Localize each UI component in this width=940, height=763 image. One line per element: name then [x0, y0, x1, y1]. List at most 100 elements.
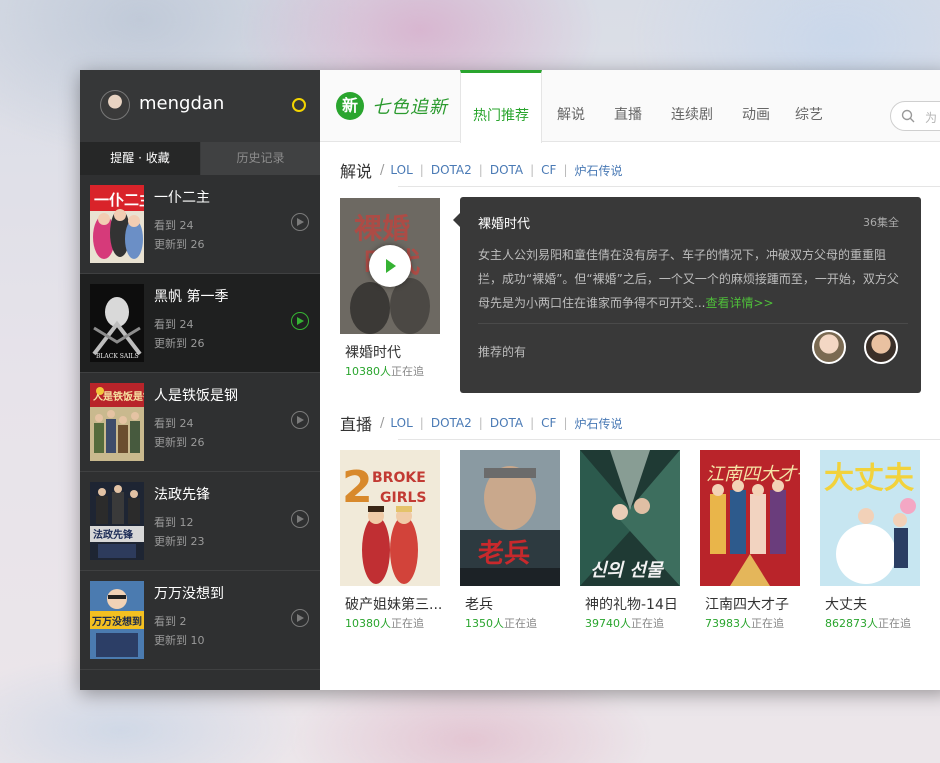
poster-thumbnail: 法政先锋: [90, 482, 144, 560]
svg-text:裸婚: 裸婚: [354, 212, 410, 245]
link-dota2[interactable]: DOTA2: [431, 416, 472, 430]
tab-commentary[interactable]: 解说: [557, 70, 585, 142]
search-placeholder: 为: [925, 111, 938, 125]
play-button[interactable]: [369, 245, 411, 287]
section-title: 直播: [340, 415, 373, 434]
svg-text:BLACK SAILS: BLACK SAILS: [96, 353, 139, 360]
popup-title: 裸婚时代: [478, 217, 531, 232]
link-dota[interactable]: DOTA: [490, 416, 523, 430]
item-title: 万万没想到: [154, 586, 224, 602]
tab-series[interactable]: 连续剧: [671, 70, 713, 142]
play-icon[interactable]: [291, 312, 309, 330]
poster-image: 신의 선물: [580, 450, 680, 586]
link-lol[interactable]: LOL: [390, 163, 412, 177]
card-title: 江南四大才子: [705, 597, 789, 613]
svg-text:老兵: 老兵: [478, 539, 530, 569]
link-hearthstone[interactable]: 炉石传说: [575, 162, 623, 179]
card-followers: 73983人正在追: [705, 617, 784, 630]
search-icon: [901, 109, 915, 123]
list-item[interactable]: 法政先锋 法政先锋 看到 12 更新到 23: [80, 472, 320, 571]
link-separator: |: [419, 163, 424, 177]
tab-variety[interactable]: 综艺: [795, 70, 823, 142]
cast-avatar[interactable]: [812, 330, 846, 364]
link-cf[interactable]: CF: [541, 416, 556, 430]
link-cf[interactable]: CF: [541, 163, 556, 177]
main-panel: 新 七色追新 热门推荐 解说 直播 连续剧 动画 综艺 为 解说 / LOL |…: [320, 70, 940, 690]
avatar[interactable]: [100, 90, 130, 120]
poster-thumbnail: BLACK SAILS: [90, 284, 144, 362]
tab-reminders-favorites[interactable]: 提醒 · 收藏: [80, 142, 200, 175]
poster-image: 大丈夫: [820, 450, 920, 586]
link-separator: |: [563, 416, 568, 430]
popup-arrow: [453, 213, 460, 227]
logo-text: 七色追新: [372, 97, 448, 118]
poster-image: 老兵: [460, 450, 560, 586]
play-icon[interactable]: [291, 510, 309, 528]
more-details-link[interactable]: 查看详情>>: [705, 296, 773, 310]
link-hearthstone[interactable]: 炉石传说: [575, 415, 623, 432]
card-title: 裸婚时代: [345, 345, 401, 361]
link-lol[interactable]: LOL: [390, 416, 412, 430]
card-followers: 39740人正在追: [585, 617, 664, 630]
item-seen: 看到 2: [154, 615, 187, 628]
card-followers: 862873人正在追: [825, 617, 911, 630]
poster-image: 裸婚 时代: [340, 198, 440, 334]
list-item[interactable]: 一仆二主 一仆二主 看到 24 更新到 26: [80, 175, 320, 274]
top-nav: 新 七色追新 热门推荐 解说 直播 连续剧 动画 综艺 为: [320, 70, 940, 143]
play-icon[interactable]: [291, 213, 309, 231]
item-updated: 更新到 10: [154, 634, 205, 647]
tab-live[interactable]: 直播: [614, 70, 642, 142]
svg-text:江南四大才子: 江南四大才子: [706, 464, 800, 485]
card-followers: 10380人正在追: [345, 365, 424, 378]
popup-description: 女主人公刘易阳和童佳倩在没有房子、车子的情况下，冲破双方父母的重重阻拦，成功“裸…: [478, 248, 899, 310]
link-dota[interactable]: DOTA: [490, 163, 523, 177]
poster-thumbnail: 人是铁饭是钢: [90, 383, 144, 461]
popup-recommended-label: 推荐的有: [478, 345, 527, 359]
section-divider: /: [380, 415, 385, 431]
card-title: 神的礼物-14日: [585, 597, 678, 613]
sidebar-tabs: 提醒 · 收藏 历史记录: [80, 142, 320, 175]
status-dot-icon[interactable]: [292, 98, 306, 112]
list-item[interactable]: BLACK SAILS 黑帆 第一季 看到 24 更新到 26: [80, 274, 320, 373]
logo-badge: 新: [336, 92, 364, 120]
card-title: 大丈夫: [825, 597, 867, 613]
play-icon[interactable]: [291, 411, 309, 429]
svg-text:2: 2: [342, 462, 373, 513]
poster-image: 江南四大才子: [700, 450, 800, 586]
section-divider-line: [398, 186, 940, 187]
link-separator: |: [419, 416, 424, 430]
username[interactable]: mengdan: [139, 93, 224, 114]
user-bar: mengdan: [80, 70, 320, 142]
svg-text:GIRLS: GIRLS: [380, 490, 426, 506]
list-item[interactable]: 万万没想到 万万没想到 看到 2 更新到 10: [80, 571, 320, 670]
tab-history[interactable]: 历史记录: [201, 142, 320, 175]
poster-thumbnail: 一仆二主: [90, 185, 144, 263]
item-updated: 更新到 23: [154, 535, 205, 548]
tab-hot-recommend[interactable]: 热门推荐: [460, 70, 542, 143]
sidebar: mengdan 提醒 · 收藏 历史记录 一仆二主: [80, 70, 320, 690]
cast-avatar[interactable]: [864, 330, 898, 364]
item-title: 人是铁饭是钢: [154, 388, 238, 404]
link-separator: |: [563, 163, 568, 177]
item-seen: 看到 24: [154, 219, 194, 232]
poster-image: 2 BROKE GIRLS: [340, 450, 440, 586]
popup-divider: [478, 323, 908, 324]
poster-thumbnail: 万万没想到: [90, 581, 144, 659]
play-icon[interactable]: [291, 609, 309, 627]
item-seen: 看到 24: [154, 417, 194, 430]
link-separator: |: [530, 163, 535, 177]
search-input[interactable]: 为: [890, 101, 940, 131]
item-title: 一仆二主: [154, 190, 210, 206]
link-separator: |: [478, 416, 483, 430]
card-followers: 10380人正在追: [345, 617, 424, 630]
tab-animation[interactable]: 动画: [742, 70, 770, 142]
svg-text:万万没想到: 万万没想到: [91, 615, 142, 628]
app-window: mengdan 提醒 · 收藏 历史记录 一仆二主: [80, 70, 940, 690]
card-followers: 1350人正在追: [465, 617, 537, 630]
link-separator: |: [478, 163, 483, 177]
list-item[interactable]: 人是铁饭是钢 人是铁饭是钢 看到 24 更新到 26: [80, 373, 320, 472]
item-title: 黑帆 第一季: [154, 289, 229, 305]
link-dota2[interactable]: DOTA2: [431, 163, 472, 177]
followed-list: 一仆二主 一仆二主 看到 24 更新到 26: [80, 175, 320, 670]
section-divider-line: [398, 439, 940, 440]
